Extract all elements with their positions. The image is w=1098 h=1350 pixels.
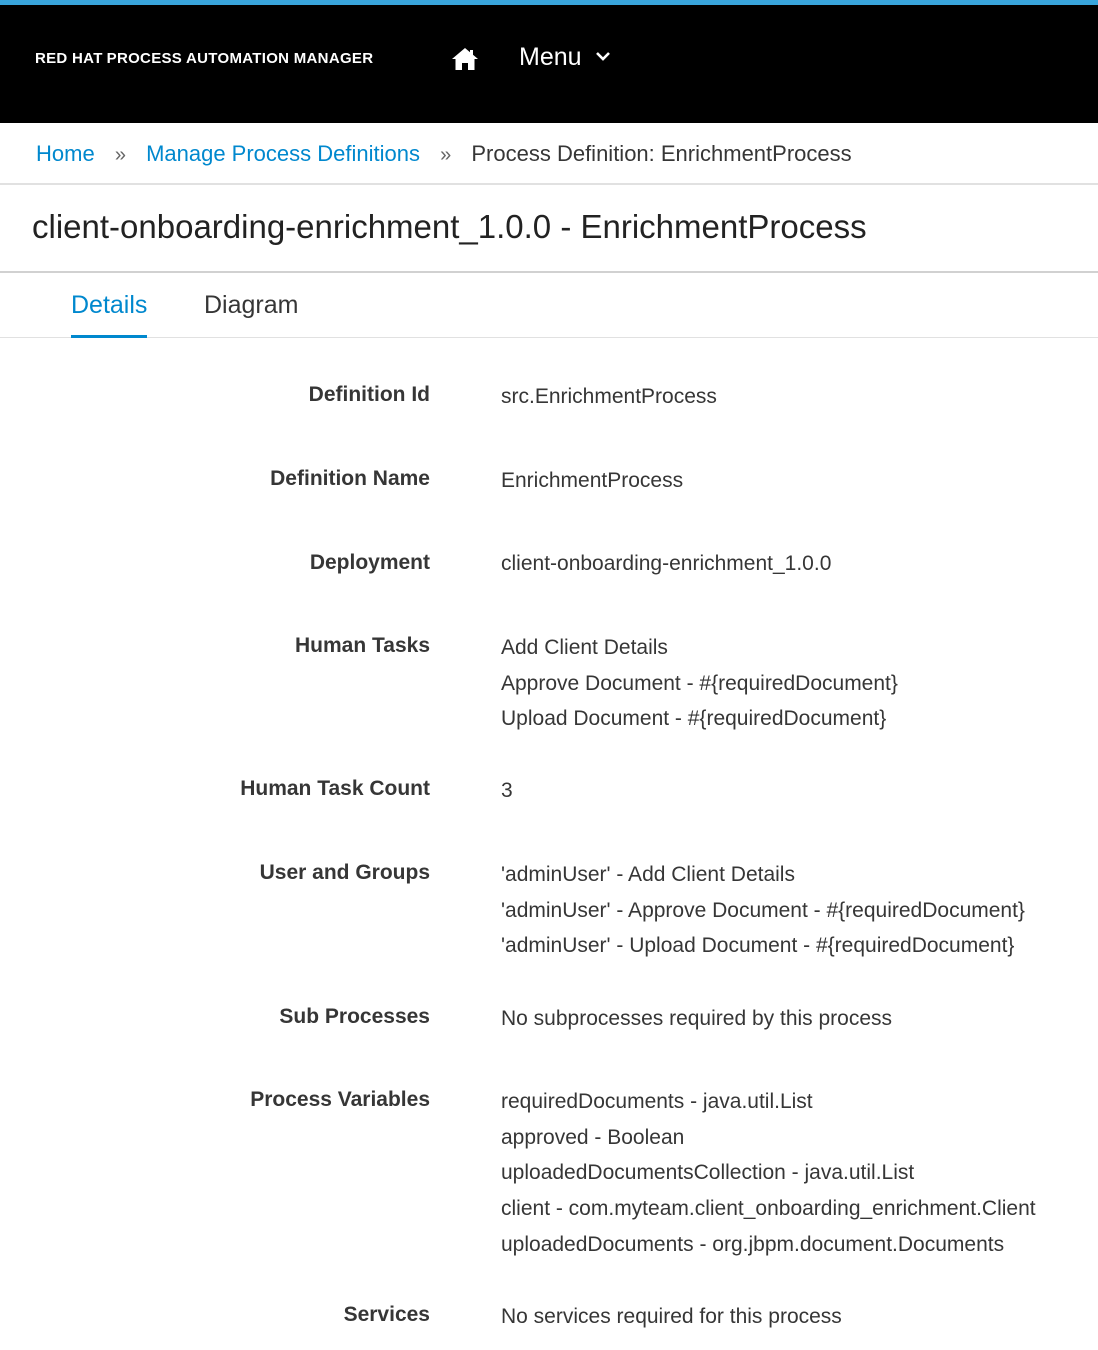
definition-name-value: EnrichmentProcess <box>501 469 684 492</box>
menu-label: Menu <box>519 43 582 71</box>
breadcrumb-manage-link[interactable]: Manage Process Definitions <box>146 141 420 166</box>
definition-id-value: src.EnrichmentProcess <box>501 385 717 408</box>
tab-bar: Details Diagram <box>0 273 1098 338</box>
human-task-item: Approve Document - #{requiredDocument} <box>501 671 898 695</box>
human-task-item: Upload Document - #{requiredDocument} <box>501 707 887 731</box>
user-group-item: 'adminUser' - Add Client Details <box>501 863 795 886</box>
deployment-value: client-onboarding-enrichment_1.0.0 <box>501 552 832 575</box>
process-variables-label: Process Variables <box>250 1088 430 1111</box>
user-groups-label: User and Groups <box>259 861 430 884</box>
process-variable-item: uploadedDocumentsCollection - java.util.… <box>501 1161 915 1185</box>
page-title: client-onboarding-enrichment_1.0.0 - Enr… <box>32 208 867 245</box>
sub-processes-value: No subprocesses required by this process <box>501 1007 893 1030</box>
process-variable-item: approved - Boolean <box>501 1125 685 1149</box>
brand-logo[interactable]: RED HAT PROCESS AUTOMATION MANAGER <box>35 50 373 67</box>
human-task-count-label: Human Task Count <box>240 777 430 800</box>
chevron-down-icon <box>595 52 610 62</box>
human-tasks-value: Add Client Details Approve Document - #{… <box>501 630 898 737</box>
breadcrumb-separator: » <box>114 144 126 166</box>
breadcrumb-home-link[interactable]: Home <box>36 141 95 166</box>
process-variable-item: client - com.myteam.client_onboarding_en… <box>501 1197 1036 1221</box>
user-groups-value: 'adminUser' - Add Client Details 'adminU… <box>501 857 1025 964</box>
breadcrumb-separator: » <box>440 144 452 166</box>
process-variable-item: uploadedDocuments - org.jbpm.document.Do… <box>501 1232 1005 1256</box>
breadcrumb: Home » Manage Process Definitions » Proc… <box>0 123 1098 185</box>
human-task-item: Add Client Details <box>501 636 668 659</box>
brand-secondary: PROCESS AUTOMATION MANAGER <box>106 50 374 67</box>
services-value: No services required for this process <box>501 1305 842 1328</box>
sub-processes-label: Sub Processes <box>279 1005 430 1028</box>
deployment-label: Deployment <box>309 551 430 574</box>
home-icon[interactable] <box>451 46 479 72</box>
tab-diagram[interactable]: Diagram <box>204 291 298 320</box>
user-group-item: 'adminUser' - Approve Document - #{requi… <box>501 898 1025 922</box>
user-group-item: 'adminUser' - Upload Document - #{requir… <box>501 934 1015 958</box>
masthead: RED HAT PROCESS AUTOMATION MANAGER Menu <box>0 5 1098 123</box>
breadcrumb-current: Process Definition: EnrichmentProcess <box>471 141 852 166</box>
process-variable-item: requiredDocuments - java.util.List <box>501 1090 813 1113</box>
definition-id-label: Definition Id <box>308 383 430 406</box>
definition-name-label: Definition Name <box>270 467 430 490</box>
menu-dropdown[interactable]: Menu <box>519 43 611 72</box>
human-tasks-label: Human Tasks <box>295 634 430 657</box>
services-label: Services <box>343 1303 430 1326</box>
human-task-count-value: 3 <box>501 779 513 802</box>
process-variables-value: requiredDocuments - java.util.List appro… <box>501 1084 1036 1263</box>
tab-details[interactable]: Details <box>71 291 148 338</box>
brand-primary: RED HAT <box>35 50 103 67</box>
